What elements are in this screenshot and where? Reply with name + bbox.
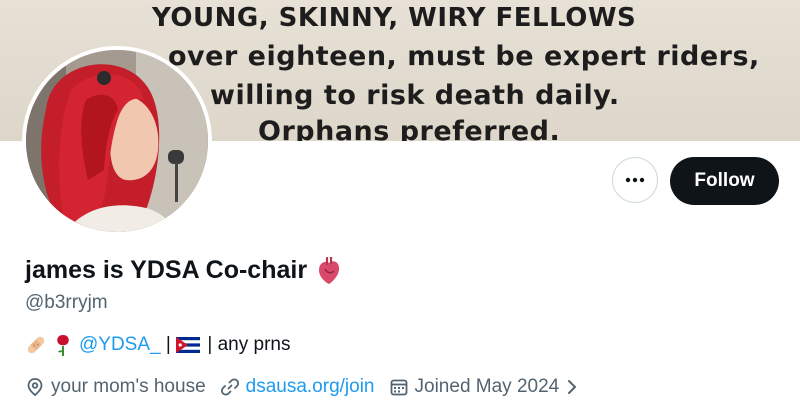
banner-line-3: willing to risk death daily. — [210, 80, 620, 111]
website-item: dsausa.org/join — [220, 376, 375, 398]
username-handle: @b3rryjm — [25, 292, 108, 313]
banner-line-1: YOUNG, SKINNY, WIRY FELLOWS — [152, 3, 637, 33]
avatar-frame — [22, 46, 212, 236]
more-options-button[interactable] — [612, 157, 658, 203]
rose-icon — [53, 333, 73, 357]
avatar[interactable] — [26, 50, 208, 232]
website-link[interactable]: dsausa.org/join — [246, 376, 375, 398]
display-name-row: james is YDSA Co-chair — [25, 256, 341, 285]
joined-item[interactable]: Joined May 2024 — [389, 376, 586, 398]
chevron-right-icon — [568, 380, 577, 394]
location-item: your mom's house — [25, 376, 206, 398]
bio-text: | any prns — [202, 334, 291, 355]
follow-button[interactable]: Follow — [670, 157, 779, 205]
link-icon — [220, 378, 239, 396]
bandage-icon — [25, 334, 47, 356]
ellipsis-icon — [625, 177, 645, 183]
bio: @YDSA_ | | any prns — [25, 333, 290, 357]
banner-line-4: Orphans preferred. — [258, 116, 561, 141]
calendar-icon — [390, 379, 407, 396]
mention-link[interactable]: @YDSA_ — [79, 334, 161, 356]
cuba-flag-icon — [176, 337, 201, 353]
display-name: james is YDSA Co-chair — [25, 256, 308, 284]
avatar-photo — [26, 50, 208, 232]
anatomical-heart-icon — [319, 256, 340, 284]
location-text: your mom's house — [51, 376, 206, 397]
profile-meta: your mom's house dsausa.org/join Joined … — [25, 376, 599, 398]
joined-text: Joined May 2024 — [414, 376, 560, 397]
location-pin-icon — [27, 378, 43, 397]
bio-separator: | — [160, 334, 177, 355]
banner-line-2: over eighteen, must be expert riders, — [168, 41, 760, 72]
